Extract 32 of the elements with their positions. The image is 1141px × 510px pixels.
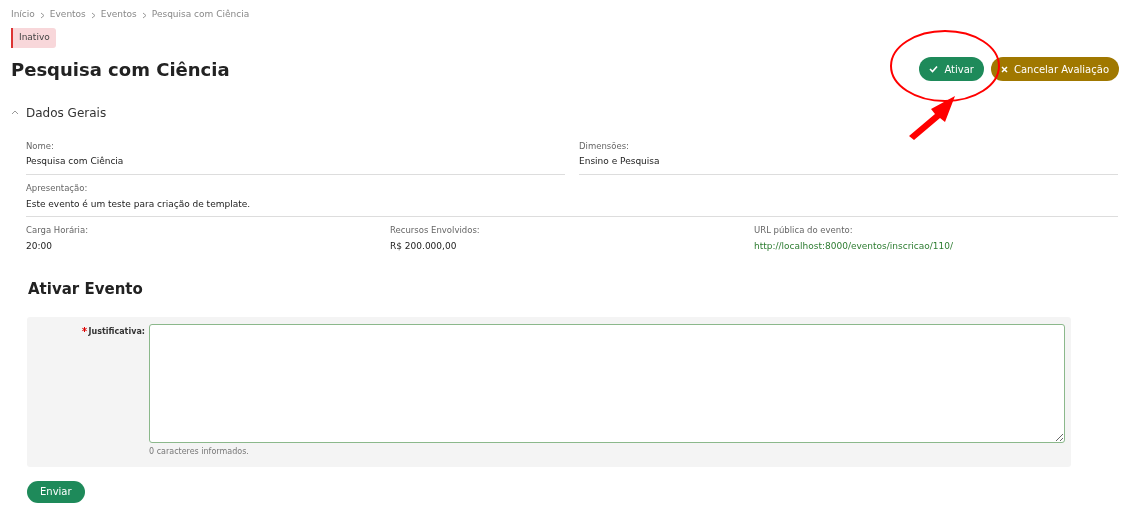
field-value: Pesquisa com Ciência: [26, 155, 124, 169]
chevron-icon: [39, 11, 45, 19]
field-label: Carga Horária:: [26, 224, 90, 237]
page-title: Pesquisa com Ciência: [11, 57, 230, 82]
caret-up-icon[interactable]: [11, 110, 19, 115]
section-title[interactable]: Dados Gerais: [26, 103, 107, 122]
close-icon: [1000, 65, 1008, 73]
field-label: URL pública do evento:: [754, 224, 854, 237]
chevron-icon: [141, 11, 147, 19]
breadcrumb-link[interactable]: Início: [11, 8, 35, 22]
cancel-button[interactable]: Cancelar Avaliação: [990, 57, 1119, 81]
activate-button[interactable]: Ativar: [919, 57, 984, 81]
field-label: Justificativa:: [88, 325, 145, 338]
field-label: Apresentação:: [26, 181, 89, 195]
breadcrumb-link[interactable]: Pesquisa com Ciência: [151, 8, 250, 22]
field-label: Dimensões:: [579, 139, 630, 153]
breadcrumb-link[interactable]: Eventos: [100, 8, 137, 22]
field-value: R$ 200.000,00: [390, 239, 457, 253]
breadcrumb-link[interactable]: Eventos: [49, 8, 86, 22]
field-label: Nome:: [26, 139, 55, 153]
status-badge: Inativo: [11, 28, 56, 48]
field-value: 20:00: [26, 239, 52, 253]
form-title: Ativar Evento: [28, 279, 144, 301]
submit-button[interactable]: Enviar: [27, 480, 85, 503]
check-icon: [929, 65, 939, 73]
field-value: Ensino e Pesquisa: [579, 155, 660, 169]
chevron-icon: [90, 11, 96, 19]
event-url-link[interactable]: http://localhost:8000/eventos/inscricao/110/: [754, 239, 954, 254]
justification-field[interactable]: [149, 323, 1065, 443]
character-counter: 0 caracteres informados.: [149, 445, 250, 458]
field-label: Recursos Envolvidos:: [390, 224, 481, 237]
field-value: Este evento é um teste para criação de template.: [26, 197, 251, 211]
